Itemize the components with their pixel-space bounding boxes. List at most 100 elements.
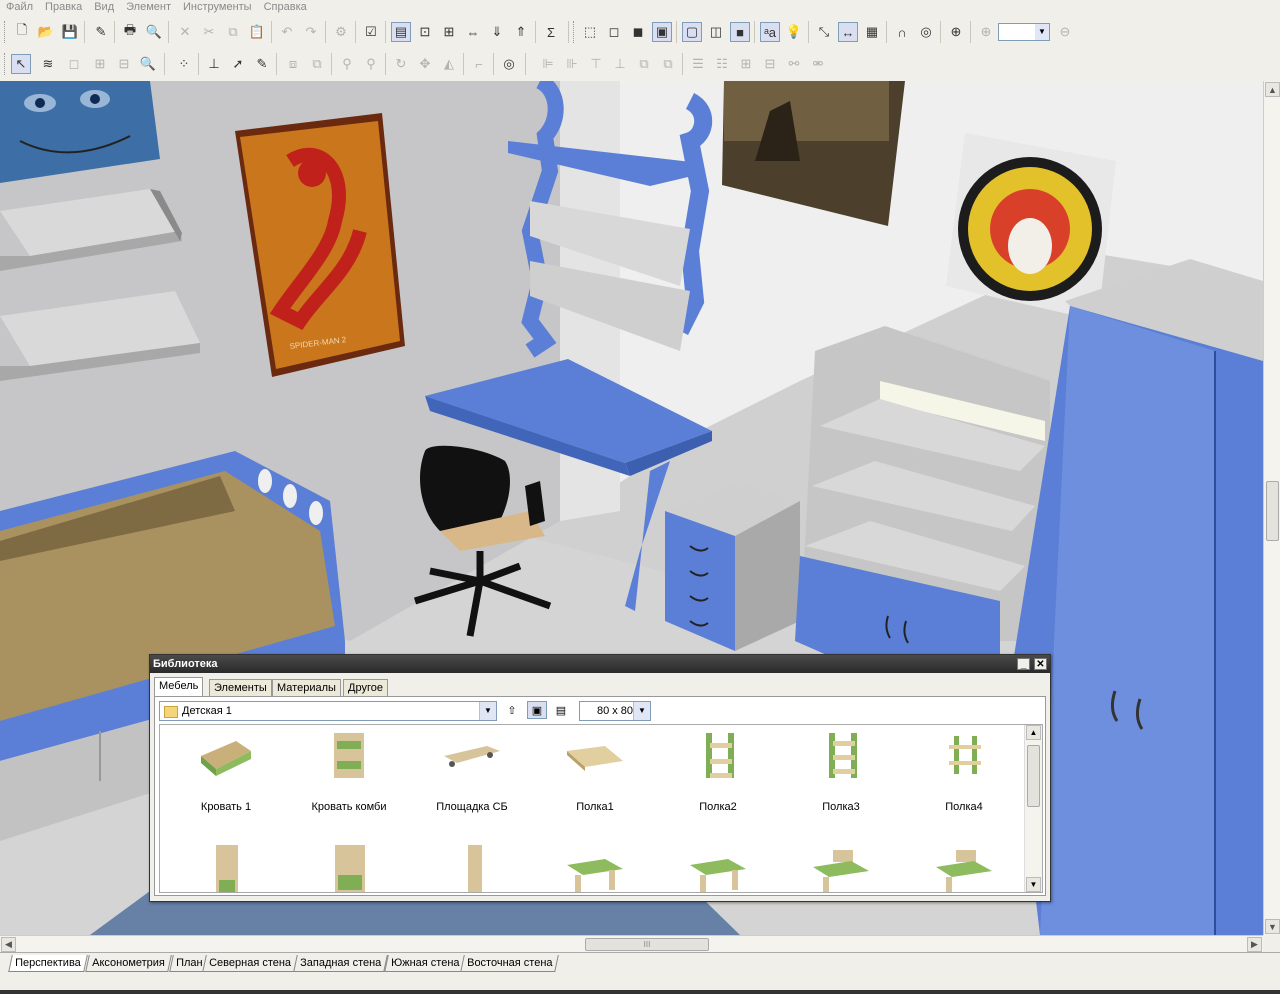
spread-icon[interactable]: ⊟ bbox=[760, 54, 780, 74]
cube-hidden-icon[interactable]: ◻ bbox=[604, 22, 624, 42]
light-bulb-icon[interactable]: 💡 bbox=[784, 22, 804, 42]
checklist-icon[interactable]: ☑ bbox=[361, 22, 381, 42]
tab-north-wall[interactable]: Северная стена bbox=[202, 955, 298, 972]
cube-shaded-icon[interactable]: ◼ bbox=[628, 22, 648, 42]
room-tool-icon[interactable]: ◻ bbox=[64, 54, 84, 74]
paste-icon[interactable]: 📋 bbox=[247, 22, 267, 42]
menu-edit[interactable]: Правка bbox=[39, 1, 88, 13]
import-icon[interactable]: ⇓ bbox=[487, 22, 507, 42]
rotate-icon[interactable]: ↻ bbox=[391, 54, 411, 74]
cut-icon[interactable]: ✂ bbox=[199, 22, 219, 42]
zoom-in-icon[interactable]: ⊕ bbox=[976, 22, 996, 42]
align-box-icon[interactable]: ⧈ bbox=[283, 54, 303, 74]
fit-width-icon[interactable]: ⇔ bbox=[463, 22, 483, 42]
distribute-v-icon[interactable]: ☷ bbox=[712, 54, 732, 74]
library-title-bar[interactable]: Библиотека _ ✕ bbox=[150, 655, 1050, 673]
library-item[interactable]: Площадка СБ bbox=[412, 729, 532, 829]
chevron-down-icon[interactable]: ▼ bbox=[479, 702, 496, 720]
chevron-down-icon[interactable]: ▼ bbox=[1035, 24, 1049, 40]
tab-south-wall[interactable]: Южная стена bbox=[384, 955, 467, 972]
zoom-out-icon[interactable]: ⊖ bbox=[1055, 22, 1075, 42]
tab-perspective[interactable]: Перспектива bbox=[8, 955, 88, 972]
zoom-combo[interactable]: ▼ bbox=[998, 23, 1050, 41]
grid-icon[interactable]: ▦ bbox=[862, 22, 882, 42]
pencil-icon[interactable]: ✎ bbox=[252, 54, 272, 74]
list-view-icon[interactable]: ▤ bbox=[551, 701, 571, 719]
library-item[interactable]: Кровать комби bbox=[289, 729, 409, 829]
mirror-icon[interactable]: ◭ bbox=[439, 54, 459, 74]
library-item[interactable]: Полка4 bbox=[904, 729, 1024, 829]
pin-icon[interactable]: ⚲ bbox=[337, 54, 357, 74]
align-back-icon[interactable]: ⧉ bbox=[658, 54, 678, 74]
box-perspective-icon[interactable]: ◫ bbox=[706, 22, 726, 42]
large-icons-view-icon[interactable]: ▣ bbox=[527, 701, 547, 719]
snap-points-icon[interactable]: ⁘ bbox=[174, 54, 194, 74]
properties-icon[interactable]: ⚙ bbox=[331, 22, 351, 42]
scroll-thumb[interactable] bbox=[1027, 745, 1040, 807]
library-item[interactable] bbox=[289, 843, 409, 892]
wall-tool-icon[interactable]: ≋ bbox=[38, 54, 58, 74]
scroll-up-icon[interactable]: ▲ bbox=[1265, 82, 1280, 97]
library-item[interactable] bbox=[166, 843, 286, 892]
box-outline-icon[interactable]: ▢ bbox=[682, 22, 702, 42]
library-item[interactable]: Полка3 bbox=[781, 729, 901, 829]
unpin-icon[interactable]: ⚲ bbox=[361, 54, 381, 74]
align-bottom-icon[interactable]: ⊥ bbox=[610, 54, 630, 74]
measure-icon[interactable]: ⤡ bbox=[814, 22, 834, 42]
library-item[interactable]: Полка1 bbox=[535, 729, 655, 829]
folder-up-icon[interactable]: ⇧ bbox=[502, 701, 522, 719]
new-file-icon[interactable]: 🗋 bbox=[12, 22, 32, 42]
print-icon[interactable]: 🖶 bbox=[120, 22, 140, 42]
export-icon[interactable]: ⇑ bbox=[511, 22, 531, 42]
copy-icon[interactable]: ⧉ bbox=[223, 22, 243, 42]
close-icon[interactable]: ✕ bbox=[1034, 658, 1047, 670]
scroll-thumb[interactable] bbox=[1266, 481, 1279, 541]
edit-document-icon[interactable]: ✎ bbox=[91, 22, 111, 42]
move-icon[interactable]: ✥ bbox=[415, 54, 435, 74]
scroll-up-icon[interactable]: ▲ bbox=[1026, 725, 1041, 740]
layout-view-icon[interactable]: ▤ bbox=[391, 22, 411, 42]
unlink-icon[interactable]: ⚮ bbox=[808, 54, 828, 74]
delete-icon[interactable]: ✕ bbox=[175, 22, 195, 42]
crosshair-icon[interactable]: ⊕ bbox=[946, 22, 966, 42]
menu-file[interactable]: Файл bbox=[0, 1, 39, 13]
align-group-icon[interactable]: ⧉ bbox=[307, 54, 327, 74]
align-top-icon[interactable]: ⊤ bbox=[586, 54, 606, 74]
library-item[interactable] bbox=[412, 843, 532, 892]
text-labels-icon[interactable]: ᵃa bbox=[760, 22, 780, 42]
snap-target-icon[interactable]: ◎ bbox=[916, 22, 936, 42]
sum-icon[interactable]: Σ bbox=[541, 22, 561, 42]
viewport-horizontal-scrollbar[interactable]: ◀ III ▶ bbox=[0, 935, 1263, 953]
zoom-region-icon[interactable]: ⊞ bbox=[439, 22, 459, 42]
scroll-down-icon[interactable]: ▼ bbox=[1265, 919, 1280, 934]
library-item[interactable] bbox=[781, 843, 901, 892]
library-item[interactable]: Полка2 bbox=[658, 729, 778, 829]
tab-east-wall[interactable]: Восточная стена bbox=[460, 955, 560, 972]
align-front-icon[interactable]: ⧉ bbox=[634, 54, 654, 74]
save-icon[interactable]: 💾 bbox=[60, 22, 80, 42]
thumbnail-size-combo[interactable]: 80 x 80 ▼ bbox=[579, 701, 651, 721]
minimize-icon[interactable]: _ bbox=[1017, 658, 1030, 670]
menu-element[interactable]: Элемент bbox=[120, 1, 177, 13]
library-item[interactable] bbox=[658, 843, 778, 892]
tab-elements[interactable]: Элементы bbox=[209, 679, 272, 697]
box-teal-icon[interactable]: ■ bbox=[730, 22, 750, 42]
scroll-right-icon[interactable]: ▶ bbox=[1247, 937, 1262, 952]
viewport-vertical-scrollbar[interactable]: ▲ ▼ bbox=[1263, 81, 1280, 935]
corner-icon[interactable]: ⌐ bbox=[469, 54, 489, 74]
tab-other[interactable]: Другое bbox=[343, 679, 388, 697]
library-item[interactable] bbox=[904, 843, 1024, 892]
insert-element-icon[interactable]: ⊥ bbox=[204, 54, 224, 74]
magnet-icon[interactable]: ∩ bbox=[892, 22, 912, 42]
tab-furniture[interactable]: Мебель bbox=[154, 677, 204, 697]
menu-view[interactable]: Вид bbox=[88, 1, 120, 13]
undo-icon[interactable]: ↶ bbox=[277, 22, 297, 42]
tab-west-wall[interactable]: Западная стена bbox=[293, 955, 388, 972]
tab-axonometry[interactable]: Аксонометрия bbox=[85, 955, 172, 972]
zoom-window-icon[interactable]: ⊡ bbox=[415, 22, 435, 42]
scroll-left-icon[interactable]: ◀ bbox=[1, 937, 16, 952]
cube-wire-icon[interactable]: ⬚ bbox=[580, 22, 600, 42]
tab-materials[interactable]: Материалы bbox=[272, 679, 341, 697]
stack-icon[interactable]: ⊞ bbox=[736, 54, 756, 74]
target-icon[interactable]: ◎ bbox=[499, 54, 519, 74]
